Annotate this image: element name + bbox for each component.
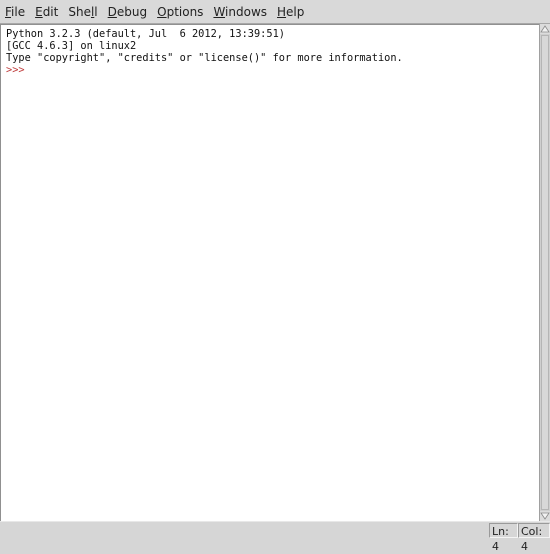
banner-line-2: [GCC 4.6.3] on linux2 [6,40,137,52]
menu-edit-label: dit [42,4,59,19]
menu-bar: File Edit Shell Debug Options Windows He… [0,0,550,24]
banner-line-1: Python 3.2.3 (default, Jul 6 2012, 13:39… [6,28,285,40]
column-number-indicator: Col: 4 [518,523,550,553]
menu-windows-label: indows [225,4,268,19]
menu-options[interactable]: Options [152,1,208,23]
arrow-up-icon [540,25,550,33]
menu-help-label: elp [286,4,305,19]
shell-output: Python 3.2.3 (default, Jul 6 2012, 13:39… [1,25,539,76]
status-bar: Ln: 4 Col: 4 [0,521,550,553]
scroll-down-button[interactable] [540,511,550,521]
menu-options-label: ptions [166,4,204,19]
arrow-down-icon [540,512,550,520]
banner-line-3: Type "copyright", "credits" or "license(… [6,52,403,64]
shell-prompt: >>> [6,64,31,76]
vertical-scrollbar[interactable] [539,24,550,521]
line-number-indicator: Ln: 4 [489,523,518,553]
menu-options-mnemonic: O [157,4,167,19]
menu-file-label: ile [11,4,26,19]
menu-shell[interactable]: Shell [63,1,102,23]
shell-text-area[interactable]: Python 3.2.3 (default, Jul 6 2012, 13:39… [0,24,539,521]
menu-windows[interactable]: Windows [208,1,272,23]
menu-help-mnemonic: H [277,4,287,19]
scroll-up-button[interactable] [540,24,550,34]
menu-windows-mnemonic: W [213,4,226,19]
menu-edit-mnemonic: E [35,4,43,19]
menu-edit[interactable]: Edit [30,1,63,23]
menu-debug-label: ebug [116,4,148,19]
scrollbar-thumb[interactable] [541,35,549,510]
menu-shell-label-pre: She [68,4,91,19]
menu-file[interactable]: File [0,1,30,23]
menu-help[interactable]: Help [272,1,309,23]
prompt-line[interactable]: >>> [6,64,539,76]
menu-debug-mnemonic: D [107,4,117,19]
menu-debug[interactable]: Debug [103,1,152,23]
menu-shell-label: l [94,4,98,19]
